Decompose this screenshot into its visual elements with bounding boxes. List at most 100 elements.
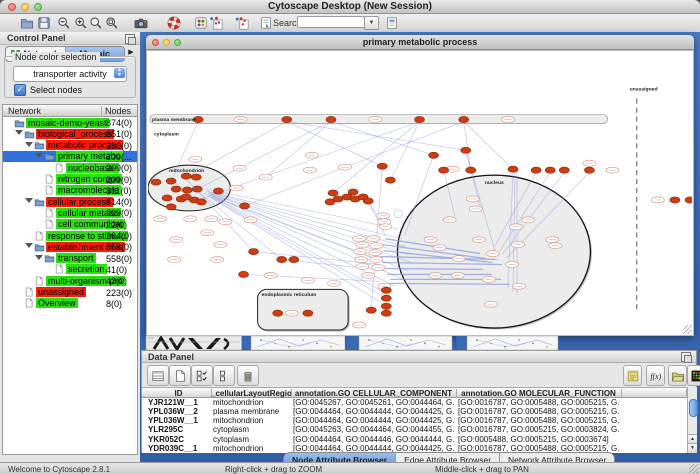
minimized-network-preview[interactable] — [532, 343, 534, 345]
network-node[interactable] — [325, 199, 335, 205]
network-node[interactable] — [166, 178, 176, 184]
select-nodes-checkbox[interactable]: ✓ — [14, 84, 26, 96]
network-node[interactable] — [171, 186, 181, 192]
attribute-table-icon[interactable] — [147, 365, 169, 386]
search-dropdown-icon[interactable]: ▼ — [364, 16, 379, 30]
expand-arrow-icon[interactable] — [25, 198, 33, 203]
tree-row-transport[interactable]: transport558(0) — [3, 253, 137, 264]
tree-row-cell-communicat[interactable]: cell communicat22(0) — [3, 219, 137, 230]
node-color-dropdown[interactable]: transporter activity ▲▼ — [13, 66, 127, 82]
network-node[interactable] — [670, 197, 680, 203]
expand-arrow-icon[interactable] — [25, 243, 33, 248]
import-attributes-icon[interactable] — [668, 365, 687, 386]
minimized-network-preview[interactable] — [260, 339, 262, 341]
minimized-network-preview[interactable] — [316, 343, 318, 345]
minimized-network-preview[interactable] — [546, 346, 548, 348]
tree-row-multi-organism-pro[interactable]: multi-organism pro42(0) — [3, 275, 137, 286]
expand-arrow-icon[interactable] — [35, 153, 43, 158]
layout-overlay-b-icon[interactable] — [233, 15, 250, 31]
expand-arrow-icon[interactable] — [15, 130, 23, 135]
tree-row-nitrogen-compo[interactable]: nitrogen compo209(0) — [3, 174, 137, 185]
network-node[interactable] — [381, 310, 391, 316]
network-node[interactable] — [429, 152, 439, 158]
table-scrollbar[interactable]: ▲ ▼ — [687, 387, 697, 453]
minimized-window-thumbnail[interactable] — [359, 336, 452, 350]
minimized-network-preview[interactable] — [438, 346, 440, 348]
scroll-down-icon[interactable]: ▼ — [688, 443, 697, 453]
minimized-window-titlebar[interactable] — [346, 336, 359, 350]
network-window-titlebar[interactable]: primary metabolic process — [146, 35, 694, 50]
network-node[interactable] — [348, 189, 358, 195]
minimized-network-preview[interactable] — [476, 339, 478, 341]
tree-row-establishment-of-lo[interactable]: establishment of lo558(0) — [3, 241, 137, 252]
minimized-network-preview[interactable] — [288, 346, 290, 348]
table-row-ypl036w__1[interactable]: YPL036W__1mitochondrion[GO:0044464, GO:0… — [142, 416, 687, 425]
zoom-out-icon[interactable] — [55, 15, 72, 31]
network-graph[interactable]: plasma membranecytoplasmmitochondrionnuc… — [148, 52, 692, 334]
tree-row-biological-process[interactable]: biological_process651(0) — [3, 128, 137, 139]
minimized-network-preview[interactable] — [410, 339, 412, 341]
tree-row-response-to-stimulu[interactable]: response to stimulu264(0) — [3, 230, 137, 241]
table-row-yjr121w__1[interactable]: YJR121W__1mitochondrion[GO:0045267, GO:0… — [142, 398, 687, 407]
help-lifesaver-icon[interactable] — [165, 15, 182, 31]
column-header-molecular-function[interactable]: annotation.GO MOLECULAR_FUNCTION — [456, 389, 622, 398]
tree-row-mosaic-demo-yeast[interactable]: mosaic-demo-yeast874(0) — [3, 117, 137, 128]
attribute-matrix-icon[interactable] — [687, 365, 700, 386]
select-attributes-icon[interactable] — [191, 365, 213, 386]
network-node[interactable] — [240, 203, 250, 209]
network-node[interactable] — [685, 197, 692, 203]
table-row-ylr295c[interactable]: YLR295Ccytoplasm[GO:0045263, GO:0044464,… — [142, 425, 687, 434]
network-node[interactable] — [196, 199, 206, 205]
network-node[interactable] — [381, 287, 391, 293]
column-header-id[interactable]: ID — [146, 389, 212, 398]
delete-attribute-icon[interactable] — [237, 365, 259, 386]
network-node[interactable] — [282, 116, 292, 122]
network-node[interactable] — [381, 303, 391, 309]
network-node[interactable] — [466, 167, 476, 173]
network-node[interactable] — [192, 186, 202, 192]
network-node[interactable] — [381, 295, 391, 301]
minimized-network-preview[interactable] — [330, 346, 332, 348]
tree-row-overview[interactable]: Overview8(0) — [3, 298, 137, 309]
network-node[interactable] — [328, 190, 338, 196]
network-node[interactable] — [303, 310, 313, 316]
float-panel-icon[interactable] — [681, 352, 691, 362]
network-node[interactable] — [182, 187, 192, 193]
column-header-cellular-component[interactable]: annotation.GO CELLULAR_COMPONENT — [291, 389, 457, 398]
network-node[interactable] — [277, 256, 287, 262]
network-node[interactable] — [289, 256, 299, 262]
table-row-ykr052c[interactable]: YKR052Ccytoplasm[GO:0044464, GO:0044446,… — [142, 435, 687, 444]
minimized-window-thumbnail[interactable] — [467, 336, 558, 350]
network-node[interactable] — [326, 116, 336, 122]
network-canvas[interactable]: plasma membranecytoplasmmitochondrionnuc… — [146, 50, 694, 336]
dropdown-stepper-icon[interactable]: ▲▼ — [114, 68, 125, 78]
minimized-network-preview[interactable] — [396, 346, 398, 348]
camera-snapshot-icon[interactable] — [132, 15, 149, 31]
minimized-network-preview[interactable] — [518, 339, 520, 341]
tree-row-unassigned[interactable]: unassigned223(0) — [3, 287, 137, 298]
network-node[interactable] — [213, 188, 223, 194]
minimized-network-preview[interactable] — [368, 339, 370, 341]
network-node[interactable] — [181, 194, 191, 200]
minimized-window-titlebar[interactable] — [456, 336, 467, 350]
minimized-network-preview[interactable] — [302, 339, 304, 341]
network-node[interactable] — [414, 116, 424, 122]
advanced-search-icon[interactable] — [383, 15, 400, 31]
unselect-attributes-icon[interactable] — [213, 365, 235, 386]
tree-row-nucleobase-[interactable]: nucleobase-209(0) — [3, 162, 137, 173]
network-node[interactable] — [459, 116, 469, 122]
save-icon[interactable] — [35, 15, 52, 31]
network-node[interactable] — [166, 204, 176, 210]
tree-row-macromolecule[interactable]: macromolecule311(0) — [3, 185, 137, 196]
zoom-selected-icon[interactable] — [87, 15, 104, 31]
layout-overlay-a-icon[interactable] — [207, 15, 224, 31]
network-node[interactable] — [273, 310, 283, 316]
network-node[interactable] — [531, 167, 541, 173]
tree-row-primary-metabo[interactable]: primary metabo209(... — [3, 151, 137, 162]
open-folder-icon[interactable] — [18, 15, 35, 31]
network-node[interactable] — [191, 174, 201, 180]
network-node[interactable] — [559, 167, 569, 173]
expand-arrow-icon[interactable] — [35, 255, 43, 260]
network-node[interactable] — [249, 249, 259, 255]
column-header-region[interactable]: _cellularLayoutRegion — [211, 389, 292, 398]
